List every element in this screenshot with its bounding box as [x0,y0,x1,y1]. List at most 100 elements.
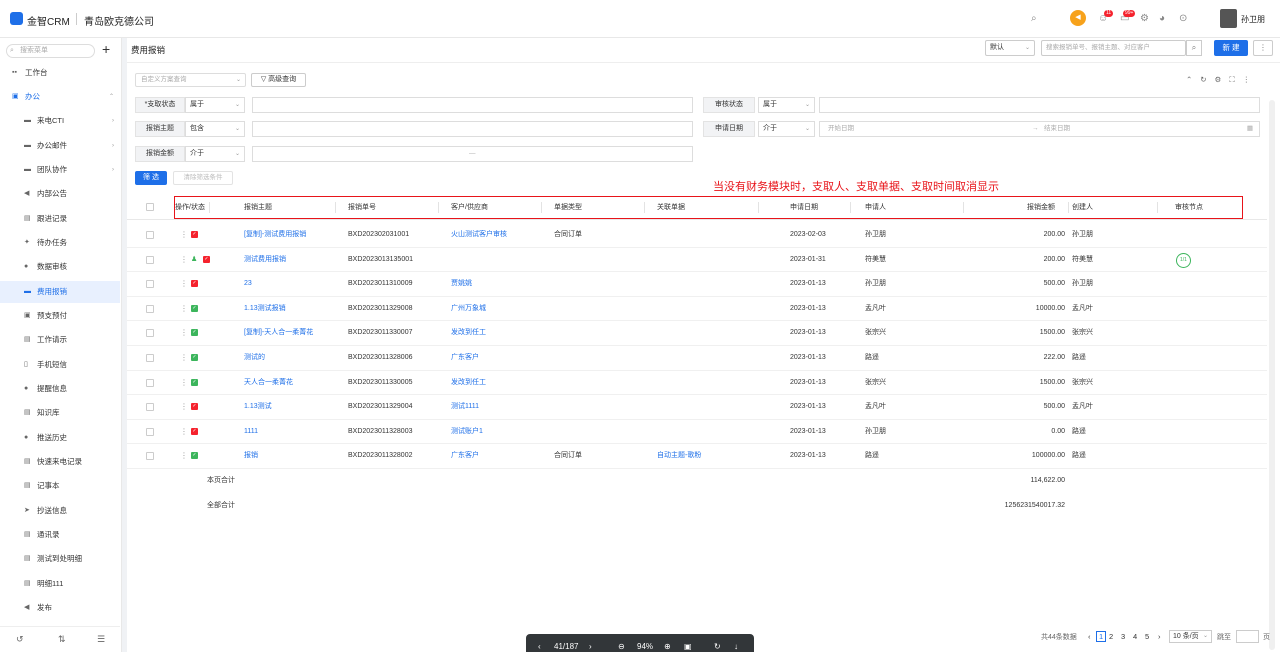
row-menu-icon[interactable]: ⋮ [180,321,188,345]
cell-customer[interactable]: 发改到任工 [451,371,486,395]
page-1[interactable]: 1 [1096,631,1107,642]
cell-subject[interactable]: 1.13测试报销 [244,297,286,321]
cell-related[interactable]: 自动主题-歌粉 [657,444,701,468]
row-menu-icon[interactable]: ⋮ [180,248,188,272]
sort-icon[interactable]: ⇅ [58,634,66,645]
next-icon[interactable]: › [589,642,592,651]
notification-icon[interactable]: ◀ [1070,10,1086,26]
page-2[interactable]: 2 [1109,632,1113,641]
row-checkbox[interactable] [146,378,154,387]
prev-page-icon[interactable]: ‹ [1088,632,1091,641]
clear-filter-button[interactable]: 清除筛选条件 [173,171,233,185]
cell-subject[interactable]: 报销 [244,444,258,468]
filter-op-subject[interactable]: 包含 ⌄ [185,121,245,137]
rotate-icon[interactable]: ↻ [714,642,721,651]
select-all-checkbox[interactable] [146,203,154,211]
sidebar-item-detail111[interactable]: ▤ 明细111 [0,573,120,595]
row-checkbox[interactable] [146,231,154,239]
next-page-icon[interactable]: › [1158,632,1161,641]
status-green-icon[interactable]: ✓ [191,452,198,460]
table-row[interactable]: ⋮ ✓ 1.13测试报销 BXD2023011329008 广州万象城 2023-01-1… [127,297,1267,322]
chart-icon[interactable]: ◕ [1159,13,1165,25]
row-menu-icon[interactable]: ⋮ [180,223,188,247]
sidebar-item-cc[interactable]: ➤ 抄送信息 [0,500,120,522]
row-checkbox[interactable] [146,304,154,313]
row-menu-icon[interactable]: ⋮ [180,444,188,468]
status-red-icon[interactable]: ✓ [203,255,210,263]
menu-search-input[interactable]: 搜索菜单 [6,44,95,58]
status-red-icon[interactable]: ✓ [191,280,198,288]
table-row[interactable]: ⋮ ✓ 天人合一柔菁花 BXD2023011330005 发改到任工 2023-01-13… [127,371,1267,396]
filter-value-subject[interactable] [252,121,693,137]
jump-page-input[interactable] [1236,630,1259,643]
sidebar-item-notebook[interactable]: ▤ 记事本 [0,475,120,497]
sidebar-item-workbench[interactable]: ▪▪ 工作台 [0,62,120,84]
cell-subject[interactable]: [复制]-测试费用报销 [244,223,306,247]
row-checkbox[interactable] [146,329,154,338]
table-row[interactable]: ⋮ ✓ 1111 BXD2023011328003 测试账户1 2023-01-13 孙卫朋… [127,420,1267,445]
sidebar-item-audit[interactable]: ● 数据审核 [0,256,120,278]
sidebar-item-push[interactable]: ● 推送历史 [0,427,120,449]
cell-customer[interactable]: 火山测试客户审核 [451,223,507,247]
status-red-icon[interactable]: ✓ [191,231,198,238]
sidebar-item-cti[interactable]: ▬ 来电CTI › [0,110,120,132]
cell-customer[interactable]: 广东客户 [451,444,479,468]
status-green-icon[interactable]: ✓ [191,378,198,386]
cell-subject[interactable]: 天人合一柔菁花 [244,371,293,395]
user-name[interactable]: 孙卫朋 [1241,14,1265,25]
sidebar-item-test-detail[interactable]: ▤ 测试到处明细 [0,548,120,570]
zoom-out-icon[interactable]: ⊖ [618,642,625,651]
sidebar-item-remind[interactable]: ● 提醒信息 [0,378,120,400]
download-icon[interactable]: ↓ [734,642,738,651]
fullscreen-icon[interactable]: ⛶ [1229,75,1234,84]
audit-node-badge[interactable]: 1/1 [1176,252,1191,268]
avatar[interactable] [1220,9,1237,28]
table-row[interactable]: ⋮ ✓ 测试的 BXD2023011328006 广东客户 2023-01-13 路遥 222… [127,346,1267,371]
search-icon[interactable]: ⌕ [1031,13,1037,25]
status-green-icon[interactable]: ✓ [191,304,198,312]
row-menu-icon[interactable]: ⋮ [180,420,188,444]
row-checkbox[interactable] [146,280,154,289]
filter-button[interactable]: 筛 选 [135,171,167,185]
sidebar-item-request[interactable]: ▤ 工作请示 [0,329,120,351]
sidebar-item-followup[interactable]: ▤ 跟进记录 [0,208,120,230]
cell-subject[interactable]: [复制]-天人合一柔菁花 [244,321,313,345]
sidebar-item-publish[interactable]: ◀ 发布 [0,597,120,619]
fit-page-icon[interactable]: ▣ [684,642,692,651]
filter-value-audit-status[interactable] [819,97,1260,113]
advanced-query-button[interactable]: ▽ 高级查询 [251,73,306,87]
sidebar-item-quickcall[interactable]: ▤ 快速来电记录 [0,451,120,473]
page-4[interactable]: 4 [1133,632,1137,641]
table-row[interactable]: ⋮ ✓ 1.13测试 BXD2023011329004 测试1111 2023-01-13… [127,395,1267,420]
sidebar-item-expense[interactable]: ▬ 费用报销 [0,280,120,303]
scrollbar[interactable] [1269,100,1275,650]
filter-op-amount[interactable]: 介于 ⌄ [185,146,245,162]
status-red-icon[interactable]: ✓ [191,427,198,435]
page-3[interactable]: 3 [1121,632,1125,641]
row-checkbox[interactable] [146,255,154,264]
cell-customer[interactable]: 发改到任工 [451,321,486,345]
row-menu-icon[interactable]: ⋮ [180,371,188,395]
sidebar-item-sms[interactable]: ▯ 手机短信 [0,354,120,376]
filter-value-withdraw-status[interactable] [252,97,693,113]
sidebar-item-advance[interactable]: ▣ 预支预付 [0,305,120,327]
prev-icon[interactable]: ‹ [538,642,541,651]
help-icon[interactable]: ⊙ [1179,13,1187,25]
cell-subject[interactable]: 1.13测试 [244,395,272,419]
cell-customer[interactable]: 测试账户1 [451,420,483,444]
sidebar-item-team[interactable]: ▬ 团队协作 › [0,159,120,181]
sidebar-item-mail[interactable]: ▬ 办公邮件 › [0,135,120,157]
cell-customer[interactable]: 广州万象城 [451,297,486,321]
settings-icon[interactable]: ⚙ [1215,75,1222,84]
table-row[interactable]: ⋮ ♟ ✓ 测试费用报销 BXD2023013135001 2023-01-31 符美慧 20… [127,248,1267,273]
sidebar-item-todo[interactable]: ✦ 待办任务 [0,232,120,254]
sidebar-item-notice[interactable]: ◀ 内部公告 [0,183,120,205]
sidebar-item-contacts[interactable]: ▤ 通讯录 [0,524,120,546]
cell-subject[interactable]: 23 [244,272,252,296]
history-icon[interactable]: ↺ [16,634,24,645]
cell-subject[interactable]: 测试的 [244,346,265,370]
cell-subject[interactable]: 1111 [244,420,258,444]
zoom-in-icon[interactable]: ⊕ [664,642,671,651]
person-icon[interactable]: ♟ [191,248,197,272]
filter-op-withdraw-status[interactable]: 属于 ⌄ [185,97,245,113]
